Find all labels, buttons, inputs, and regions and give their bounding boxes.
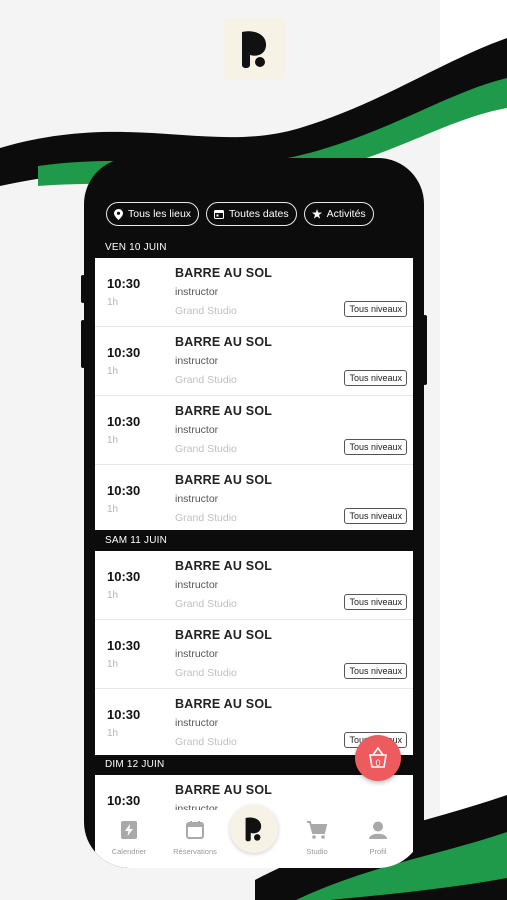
session-row[interactable]: 10:30 1h BARRE AU SOL instructor Grand S… [95,551,413,620]
session-studio: Grand Studio [175,305,237,317]
session-title: BARRE AU SOL [175,473,273,487]
star-icon [311,209,322,219]
session-row[interactable]: 10:30 1h BARRE AU SOL instructor Grand S… [95,465,413,530]
filter-bar: Tous les lieux Toutes dates Activités [106,202,406,226]
session-studio: Grand Studio [175,598,237,610]
session-row[interactable]: 10:30 1h BARRE AU SOL instructor Grand S… [95,620,413,689]
level-badge: Tous niveaux [344,370,407,386]
cart-button[interactable]: 0 [355,735,401,781]
session-duration: 1h [107,659,119,670]
location-filter-label: Tous les lieux [128,208,192,220]
session-studio: Grand Studio [175,667,237,679]
session-time: 10:30 [107,793,141,808]
tab-reservations[interactable]: Réservations [165,820,225,856]
level-badge: Tous niveaux [344,594,407,610]
session-row[interactable]: 10:30 1h BARRE AU SOL instructor Grand S… [95,258,413,327]
day-header: SAM 11 JUIN [105,535,168,546]
activity-filter-chip[interactable]: Activités [303,202,374,226]
tab-label: Studio [306,847,328,856]
session-instructor: instructor [175,579,219,591]
session-title: BARRE AU SOL [175,559,273,573]
day-session-list: 10:30 1h BARRE AU SOL instructor Grand S… [95,551,413,755]
calendar-icon [186,821,204,839]
session-duration: 1h [107,590,119,601]
session-row[interactable]: 10:30 1h BARRE AU SOL instructor Grand S… [95,327,413,396]
calendar-icon [214,210,225,219]
day-header: VEN 10 JUIN [105,242,167,253]
session-title: BARRE AU SOL [175,266,273,280]
lightning-calendar-icon [121,821,137,839]
phone-notch [204,158,304,172]
session-instructor: instructor [175,286,219,298]
date-filter-label: Toutes dates [229,208,289,220]
level-badge: Tous niveaux [344,301,407,317]
session-studio: Grand Studio [175,443,237,455]
session-time: 10:30 [107,345,141,360]
session-time: 10:30 [107,276,141,291]
session-row[interactable]: 10:30 1h BARRE AU SOL instructor Grand S… [95,396,413,465]
session-instructor: instructor [175,493,219,505]
session-instructor: instructor [175,648,219,660]
tab-profil[interactable]: Profil [348,820,408,856]
session-instructor: instructor [175,355,219,367]
session-instructor: instructor [175,717,219,729]
level-badge: Tous niveaux [344,439,407,455]
session-title: BARRE AU SOL [175,628,273,642]
cart-icon [307,821,328,839]
session-time: 10:30 [107,638,141,653]
brand-logo [224,18,285,79]
session-title: BARRE AU SOL [175,783,273,797]
day-session-list: 10:30 1h BARRE AU SOL instructor Grand S… [95,258,413,530]
session-duration: 1h [107,504,119,515]
session-title: BARRE AU SOL [175,697,273,711]
brand-logo-icon [245,817,262,842]
brand-logo-icon [241,30,266,68]
session-title: BARRE AU SOL [175,404,273,418]
level-badge: Tous niveaux [344,663,407,679]
user-icon [369,821,387,839]
session-instructor: instructor [175,424,219,436]
session-time: 10:30 [107,483,141,498]
activity-filter-label: Activités [326,208,366,220]
date-filter-chip[interactable]: Toutes dates [206,202,297,226]
session-time: 10:30 [107,414,141,429]
map-pin-icon [114,208,123,220]
session-time: 10:30 [107,707,141,722]
session-time: 10:30 [107,569,141,584]
session-duration: 1h [107,435,119,446]
tab-label: Calendrier [111,847,147,856]
home-logo-button[interactable] [230,805,278,853]
tab-label: Réservations [173,847,217,856]
session-title: BARRE AU SOL [175,335,273,349]
session-studio: Grand Studio [175,512,237,524]
tab-calendrier[interactable]: Calendrier [99,820,159,856]
session-duration: 1h [107,728,119,739]
session-studio: Grand Studio [175,374,237,386]
session-duration: 1h [107,297,119,308]
level-badge: Tous niveaux [344,508,407,524]
session-studio: Grand Studio [175,736,237,748]
session-duration: 1h [107,366,119,377]
location-filter-chip[interactable]: Tous les lieux [106,202,200,226]
tab-label: Profil [369,847,387,856]
tab-studio[interactable]: Studio [287,820,347,856]
cart-count: 0 [375,758,381,768]
